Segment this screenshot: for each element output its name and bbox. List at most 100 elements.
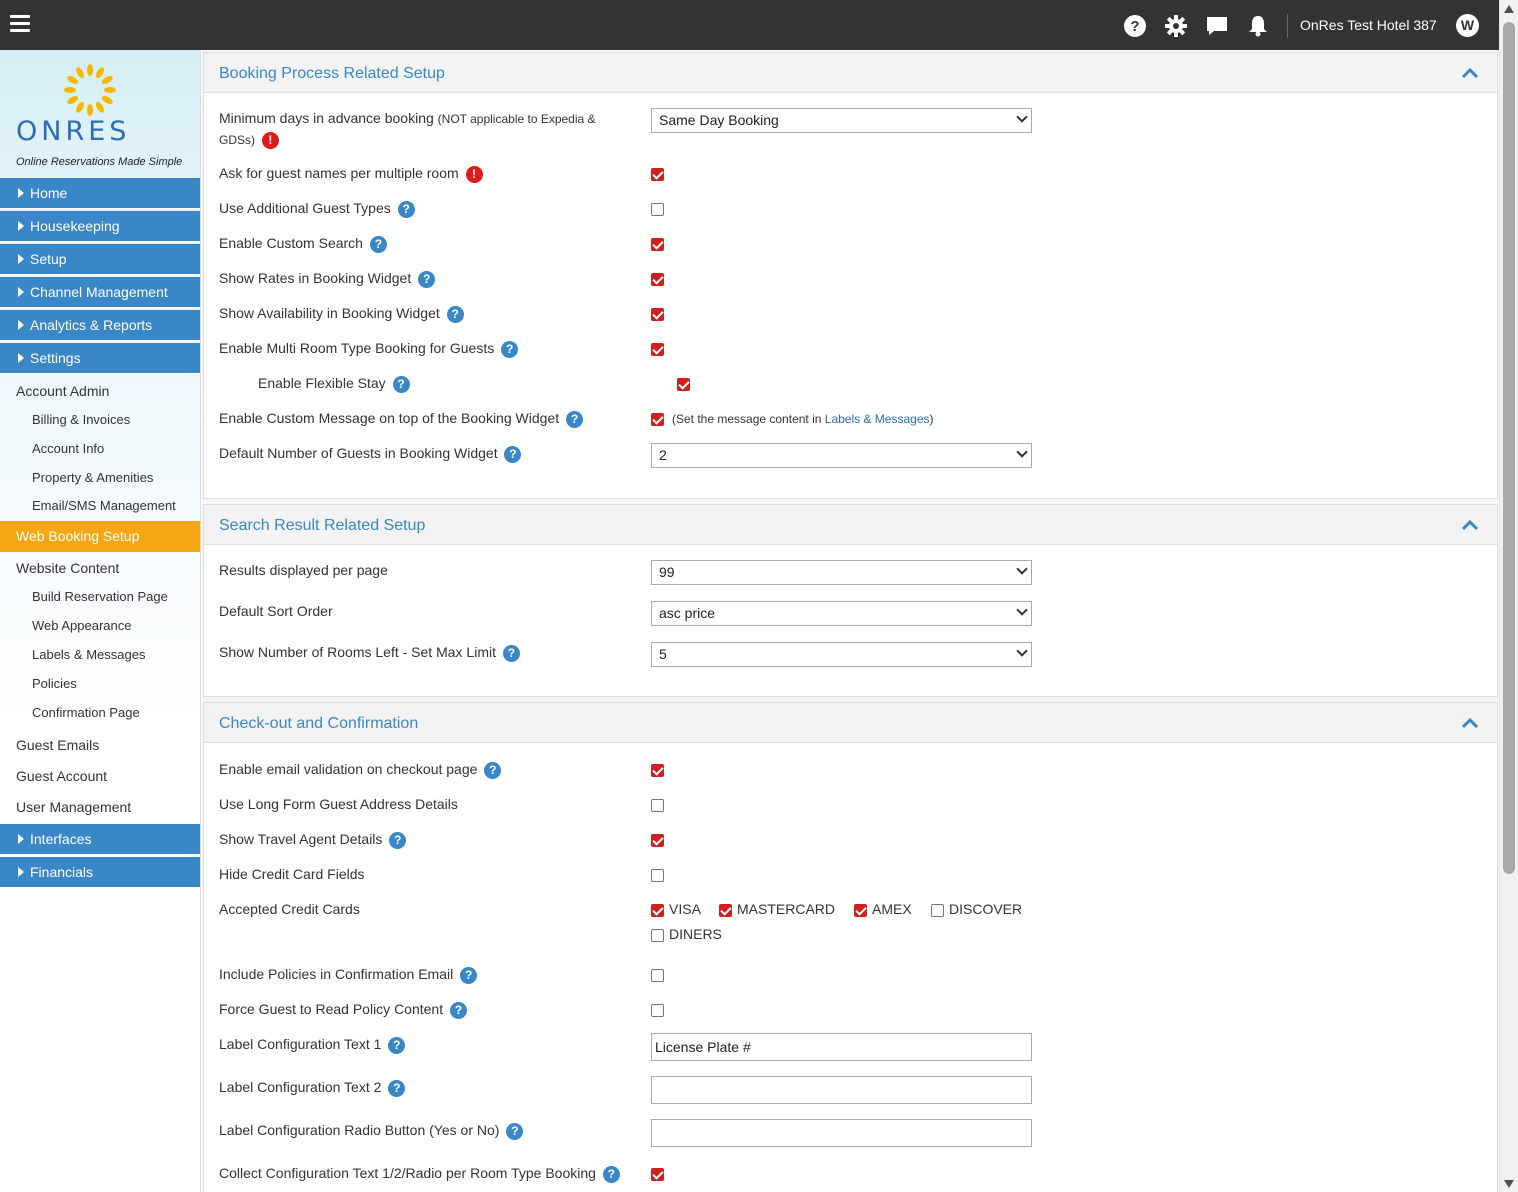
include-policies-checkbox[interactable]: [651, 969, 664, 982]
nav-channel-management[interactable]: Channel Management: [0, 277, 200, 308]
help-icon[interactable]: ?: [392, 375, 410, 393]
help-icon[interactable]: ?: [446, 305, 464, 323]
accepted-cc-label: Accepted Credit Cards: [219, 901, 360, 917]
help-icon[interactable]: ?: [369, 235, 387, 253]
help-icon[interactable]: ?: [1123, 14, 1147, 38]
custom-search-checkbox[interactable]: [651, 238, 664, 251]
label-config-2-input[interactable]: [651, 1076, 1032, 1104]
visa-checkbox[interactable]: [651, 904, 664, 917]
help-icon[interactable]: ?: [506, 1122, 524, 1140]
help-icon[interactable]: ?: [389, 831, 407, 849]
booking-process-section: Booking Process Related Setup Minimum da…: [203, 52, 1498, 499]
nav-web-appearance[interactable]: Web Appearance: [32, 618, 132, 633]
page-scrollbar[interactable]: [1499, 0, 1518, 1192]
chevron-up-icon[interactable]: [1461, 519, 1479, 531]
nav-website-content[interactable]: Website Content: [16, 560, 119, 576]
gear-icon[interactable]: [1164, 14, 1188, 38]
sort-order-select[interactable]: asc price: [651, 601, 1032, 626]
nav-interfaces[interactable]: Interfaces: [0, 824, 200, 855]
flexible-stay-checkbox[interactable]: [677, 378, 690, 391]
help-icon[interactable]: ?: [565, 410, 583, 428]
visa-label: VISA: [669, 901, 701, 917]
custom-message-checkbox[interactable]: [651, 413, 664, 426]
help-icon[interactable]: ?: [450, 1001, 467, 1019]
custom-message-label: Enable Custom Message on top of the Book…: [219, 408, 583, 428]
discover-checkbox[interactable]: [931, 904, 944, 917]
email-validation-label: Enable email validation on checkout page…: [219, 759, 502, 779]
rooms-left-select[interactable]: 5: [651, 642, 1032, 667]
bell-icon[interactable]: [1246, 14, 1270, 38]
multi-room-checkbox[interactable]: [651, 343, 664, 356]
section-header[interactable]: Booking Process Related Setup: [204, 53, 1497, 93]
help-icon[interactable]: ?: [504, 445, 522, 463]
chevron-up-icon[interactable]: [1461, 67, 1479, 79]
hotel-name[interactable]: OnRes Test Hotel 387: [1300, 17, 1437, 33]
diners-label: DINERS: [669, 926, 722, 942]
min-days-select[interactable]: Same Day Booking: [651, 108, 1032, 133]
default-guests-select[interactable]: 2: [651, 443, 1032, 468]
force-read-label: Force Guest to Read Policy Content ?: [219, 999, 467, 1019]
nav-settings[interactable]: Settings: [0, 343, 200, 374]
help-icon[interactable]: ?: [484, 761, 502, 779]
nav-confirmation-page[interactable]: Confirmation Page: [32, 705, 140, 720]
nav-email-sms-management[interactable]: Email/SMS Management: [32, 498, 176, 513]
nav-home[interactable]: Home: [0, 178, 200, 209]
warning-icon[interactable]: !: [465, 165, 483, 183]
diners-checkbox[interactable]: [651, 929, 664, 942]
long-form-checkbox[interactable]: [651, 799, 664, 812]
travel-agent-checkbox[interactable]: [651, 834, 664, 847]
help-icon[interactable]: ?: [502, 644, 520, 662]
nav-billing-invoices[interactable]: Billing & Invoices: [32, 412, 130, 427]
force-read-checkbox[interactable]: [651, 1004, 664, 1017]
show-rates-checkbox[interactable]: [651, 273, 664, 286]
per-page-select[interactable]: 99: [651, 560, 1032, 585]
scroll-down-arrow-icon[interactable]: [1504, 1180, 1514, 1188]
hamburger-menu-icon[interactable]: [10, 15, 30, 33]
scroll-up-arrow-icon[interactable]: [1504, 5, 1514, 13]
nav-policies[interactable]: Policies: [32, 676, 77, 691]
help-icon[interactable]: ?: [388, 1036, 406, 1054]
collect-config-checkbox[interactable]: [651, 1168, 664, 1181]
onres-logo[interactable]: ONRES Online Reservations Made Simple: [0, 50, 200, 178]
chevron-up-icon[interactable]: [1461, 717, 1479, 729]
nav-property-amenities[interactable]: Property & Amenities: [32, 470, 153, 485]
nav-guest-emails[interactable]: Guest Emails: [16, 737, 99, 753]
labels-messages-link[interactable]: Labels & Messages: [825, 412, 930, 426]
amex-checkbox[interactable]: [854, 904, 867, 917]
amex-label: AMEX: [872, 901, 912, 917]
help-icon[interactable]: ?: [397, 200, 415, 218]
user-avatar[interactable]: W: [1456, 14, 1479, 37]
mastercard-checkbox[interactable]: [719, 904, 732, 917]
nav-setup[interactable]: Setup: [0, 244, 200, 275]
nav-user-management[interactable]: User Management: [16, 799, 131, 815]
additional-types-checkbox[interactable]: [651, 203, 664, 216]
help-icon[interactable]: ?: [501, 340, 519, 358]
section-title: Check-out and Confirmation: [219, 715, 419, 732]
guest-names-checkbox[interactable]: [651, 168, 664, 181]
nav-build-reservation-page[interactable]: Build Reservation Page: [32, 589, 168, 604]
nav-financials[interactable]: Financials: [0, 857, 200, 888]
section-header[interactable]: Check-out and Confirmation: [204, 703, 1497, 743]
chat-icon[interactable]: [1205, 14, 1229, 38]
help-icon[interactable]: ?: [602, 1165, 620, 1183]
nav-guest-account[interactable]: Guest Account: [16, 768, 107, 784]
hide-cc-checkbox[interactable]: [651, 869, 664, 882]
nav-web-booking-setup[interactable]: Web Booking Setup: [0, 521, 200, 552]
help-icon[interactable]: ?: [460, 966, 478, 984]
scroll-thumb[interactable]: [1503, 22, 1515, 874]
nav-housekeeping[interactable]: Housekeeping: [0, 211, 200, 242]
nav-account-info[interactable]: Account Info: [32, 441, 104, 456]
help-icon[interactable]: ?: [418, 270, 436, 288]
label-config-1-input[interactable]: License Plate #: [651, 1033, 1032, 1061]
nav-analytics-reports[interactable]: Analytics & Reports: [0, 310, 200, 341]
section-header[interactable]: Search Result Related Setup: [204, 505, 1497, 545]
help-icon[interactable]: ?: [388, 1079, 406, 1097]
nav-account-admin[interactable]: Account Admin: [16, 383, 109, 399]
sort-order-label: Default Sort Order: [219, 603, 333, 619]
label-radio-input[interactable]: [651, 1119, 1032, 1147]
sun-logo-icon: [64, 64, 116, 116]
nav-labels-messages[interactable]: Labels & Messages: [32, 647, 145, 662]
warning-icon[interactable]: !: [261, 131, 279, 149]
show-availability-checkbox[interactable]: [651, 308, 664, 321]
email-validation-checkbox[interactable]: [651, 764, 664, 777]
